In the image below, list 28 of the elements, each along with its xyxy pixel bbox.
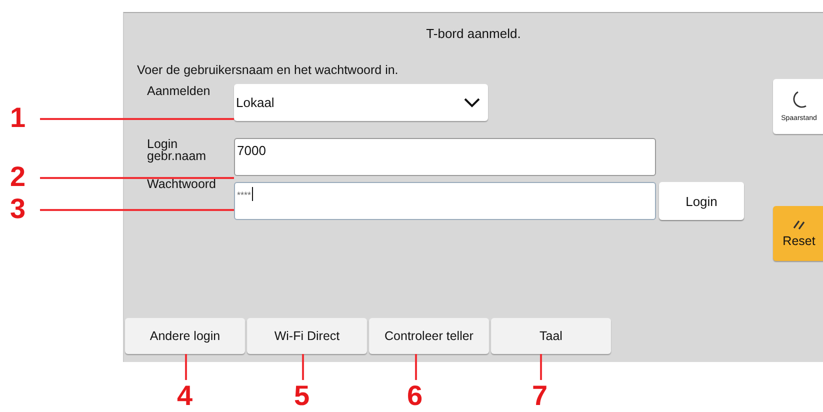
leader-line — [540, 354, 542, 380]
bottom-button[interactable]: Controleer teller — [369, 318, 489, 354]
callout-number: 5 — [294, 380, 310, 412]
callout-number: 1 — [10, 102, 26, 134]
screen-title: T-bord aanmeld. — [425, 26, 522, 41]
slash-icon — [793, 219, 805, 231]
instruction-text: Voer de gebruikersnaam en het wachtwoord in. — [137, 63, 400, 77]
callout-number: 6 — [407, 380, 423, 412]
password-field[interactable]: **** — [234, 182, 656, 220]
leader-line — [415, 354, 417, 380]
leader-line — [185, 354, 187, 380]
login-button[interactable]: Login — [659, 182, 744, 220]
username-field[interactable]: 7000 — [234, 138, 656, 176]
callout-number: 3 — [10, 193, 26, 225]
reset-button[interactable]: Reset — [773, 206, 823, 261]
bottom-button[interactable]: Wi-Fi Direct — [247, 318, 367, 354]
bottom-button[interactable]: Andere login — [125, 318, 245, 354]
field-label: Aanmelden — [146, 84, 212, 98]
bottom-button[interactable]: Taal — [491, 318, 611, 354]
moon-icon — [791, 91, 807, 109]
field-label: Login gebr.naam — [146, 138, 208, 162]
login-method-dropdown[interactable]: Lokaal — [234, 84, 488, 121]
field-label: Wachtwoord — [146, 177, 218, 191]
leader-line — [302, 354, 304, 380]
callout-number: 4 — [177, 380, 193, 412]
callout-number: 2 — [10, 161, 26, 193]
chevron-down-icon — [464, 98, 480, 108]
callout-number: 7 — [532, 380, 548, 412]
